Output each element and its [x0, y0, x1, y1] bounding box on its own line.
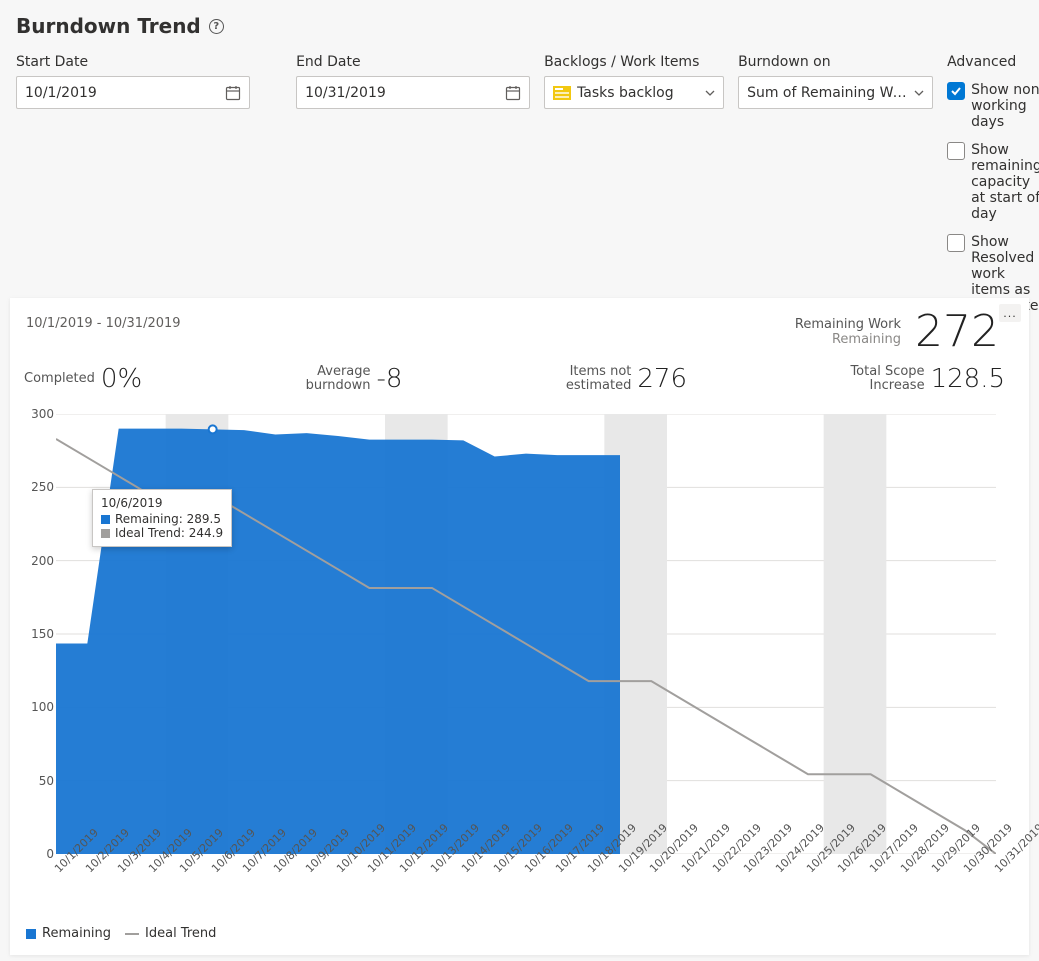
- backlog-icon: [553, 86, 571, 100]
- tooltip-date: 10/6/2019: [101, 496, 223, 510]
- legend-swatch-area: [26, 929, 36, 939]
- legend-remaining: Remaining: [42, 926, 111, 941]
- legend-ideal: Ideal Trend: [145, 926, 216, 941]
- checkbox-show-nonworking[interactable]: [947, 82, 965, 100]
- chevron-down-icon: [914, 88, 924, 98]
- page-title: Burndown Trend: [16, 14, 201, 38]
- chart-tooltip: 10/6/2019 Remaining: 289.5 Ideal Trend: …: [92, 489, 232, 547]
- metrics-row: Completed0%Averageburndown-8Items notest…: [24, 364, 1015, 394]
- swatch-blue: [101, 515, 110, 524]
- tooltip-remaining: Remaining: 289.5: [115, 512, 221, 526]
- burndown-label: Burndown on: [738, 54, 933, 70]
- headline-value: 272: [915, 310, 999, 354]
- legend-swatch-line: [125, 933, 139, 935]
- start-date-label: Start Date: [16, 54, 250, 70]
- checkbox-show-resolved[interactable]: [947, 234, 965, 252]
- calendar-icon: [505, 85, 521, 101]
- burndown-select[interactable]: Sum of Remaining Work: [738, 76, 933, 109]
- headline-subtitle: Remaining: [795, 332, 901, 347]
- backlogs-select[interactable]: Tasks backlog: [544, 76, 724, 109]
- tooltip-ideal: Ideal Trend: 244.9: [115, 526, 223, 540]
- end-date-input[interactable]: 10/31/2019: [296, 76, 530, 109]
- calendar-icon: [225, 85, 241, 101]
- burndown-card: ... 10/1/2019 - 10/31/2019 Remaining Wor…: [10, 298, 1029, 955]
- help-icon[interactable]: ?: [209, 19, 224, 34]
- chevron-down-icon: [705, 88, 715, 98]
- y-axis-labels: 050100150200250300: [26, 414, 54, 854]
- opt-nonworking-label: Show non-working days: [971, 82, 1039, 130]
- advanced-title: Advanced: [947, 54, 1039, 70]
- opt-capacity-label: Show remaining capacity at start of day: [971, 142, 1039, 222]
- card-more-button[interactable]: ...: [999, 304, 1021, 322]
- start-date-value: 10/1/2019: [25, 85, 97, 101]
- end-date-value: 10/31/2019: [305, 85, 386, 101]
- headline-title: Remaining Work: [795, 317, 901, 332]
- end-date-label: End Date: [296, 54, 530, 70]
- burndown-value: Sum of Remaining Work: [747, 85, 914, 101]
- checkbox-show-capacity[interactable]: [947, 142, 965, 160]
- swatch-grey: [101, 529, 110, 538]
- legend: Remaining Ideal Trend: [26, 926, 216, 941]
- start-date-input[interactable]: 10/1/2019: [16, 76, 250, 109]
- chart-svg: [56, 414, 996, 854]
- card-date-range: 10/1/2019 - 10/31/2019: [26, 316, 181, 331]
- backlogs-label: Backlogs / Work Items: [544, 54, 724, 70]
- backlogs-value: Tasks backlog: [577, 85, 705, 101]
- chart[interactable]: 050100150200250300 10/1/201910/2/201910/…: [56, 414, 996, 854]
- headline: Remaining Work Remaining 272: [795, 310, 999, 354]
